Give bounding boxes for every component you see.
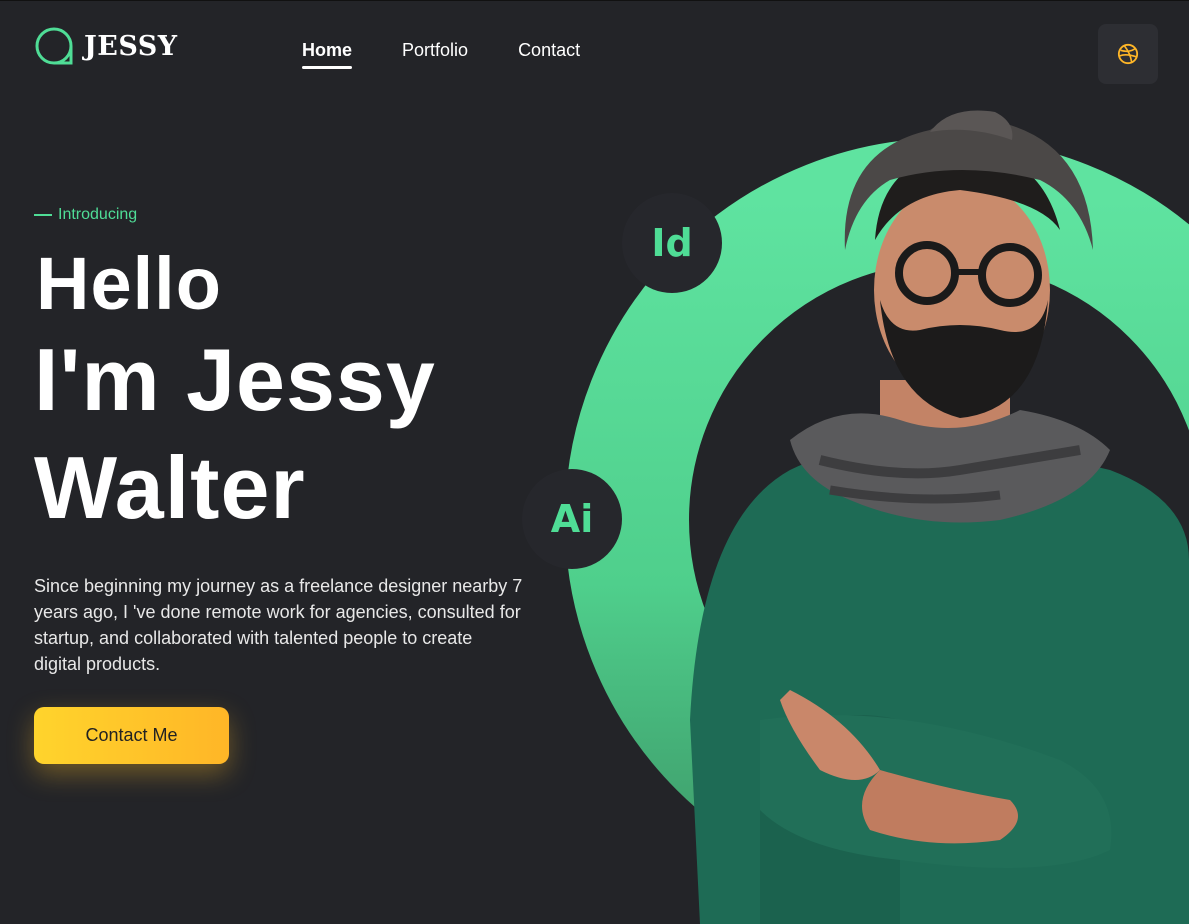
portrait-image bbox=[690, 110, 1189, 924]
